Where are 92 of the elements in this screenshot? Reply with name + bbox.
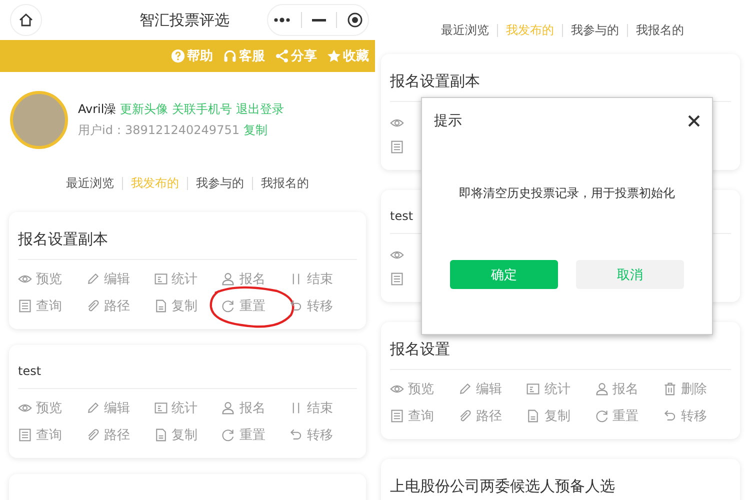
refresh-icon bbox=[594, 409, 609, 423]
action-link[interactable]: 删除 bbox=[662, 380, 707, 398]
action-link[interactable]: 编辑 bbox=[458, 380, 502, 398]
headset-icon bbox=[223, 49, 237, 63]
file-icon bbox=[526, 409, 540, 423]
user-name: Avril澡 bbox=[78, 101, 116, 118]
action-link[interactable]: 重置 bbox=[221, 426, 266, 444]
action-link[interactable]: 编辑 bbox=[86, 270, 130, 288]
tab[interactable]: 我参与的 bbox=[571, 22, 619, 39]
action-link[interactable]: 报名 bbox=[221, 270, 266, 288]
undo-icon bbox=[289, 428, 304, 442]
action-link[interactable]: 预览 bbox=[18, 270, 62, 288]
people-icon bbox=[221, 272, 236, 286]
action-link[interactable]: 路径 bbox=[86, 426, 130, 444]
action-link[interactable]: 路径 bbox=[86, 297, 130, 315]
action-link[interactable]: 查询 bbox=[18, 426, 62, 444]
share-icon bbox=[275, 49, 289, 63]
refresh-icon bbox=[221, 299, 236, 313]
action-link[interactable]: 预览 bbox=[390, 380, 434, 398]
action-link[interactable]: 复制 bbox=[154, 426, 198, 444]
toolbar-button[interactable]: 分享 bbox=[275, 47, 317, 65]
profile-link[interactable]: 更新头像 bbox=[120, 101, 168, 118]
card-title: 报名设置副本 bbox=[18, 212, 357, 260]
card-title: test bbox=[18, 345, 357, 389]
action-link[interactable]: 查询 bbox=[18, 297, 62, 315]
tab[interactable]: 我报名的 bbox=[636, 22, 684, 39]
action-link[interactable]: 编辑 bbox=[86, 399, 130, 417]
people-icon bbox=[221, 401, 236, 415]
toolbar-button[interactable]: 收藏 bbox=[327, 47, 369, 65]
more-icon[interactable] bbox=[273, 17, 291, 23]
list-icon bbox=[18, 299, 32, 313]
pencil-icon bbox=[86, 272, 100, 286]
people-icon bbox=[594, 382, 609, 396]
tab[interactable]: 我发布的 bbox=[131, 175, 179, 192]
list-icon bbox=[390, 272, 404, 286]
action-link[interactable]: 预览 bbox=[18, 399, 62, 417]
paperclip-icon bbox=[86, 299, 100, 313]
refresh-icon bbox=[221, 428, 236, 442]
document-icon bbox=[154, 272, 168, 286]
confirm-button[interactable]: 确定 bbox=[450, 260, 558, 289]
paperclip-icon bbox=[86, 428, 100, 442]
tab[interactable]: 最近浏览 bbox=[66, 175, 114, 192]
profile-link[interactable]: 关联手机号 bbox=[172, 101, 232, 118]
minimize-icon[interactable] bbox=[312, 18, 326, 22]
action-link[interactable]: 统计 bbox=[154, 270, 198, 288]
action-link[interactable]: 转移 bbox=[662, 407, 707, 425]
action-link[interactable]: 转移 bbox=[289, 297, 334, 315]
star-icon bbox=[327, 49, 341, 63]
profile-link[interactable]: 退出登录 bbox=[236, 101, 284, 118]
toolbar-button[interactable]: 客服 bbox=[223, 47, 265, 65]
action-link[interactable]: 重置 bbox=[594, 407, 639, 425]
action-link[interactable]: 统计 bbox=[154, 399, 198, 417]
card-title: 上电股份公司两委候选人预备人选 bbox=[390, 459, 731, 500]
document-icon bbox=[154, 401, 168, 415]
undo-icon bbox=[289, 299, 304, 313]
close-icon[interactable] bbox=[688, 115, 700, 127]
action-link[interactable]: 复制 bbox=[154, 297, 198, 315]
pencil-icon bbox=[458, 382, 472, 396]
file-icon bbox=[154, 428, 168, 442]
action-link[interactable]: 报名 bbox=[594, 380, 639, 398]
toolbar-button[interactable]: 帮助 bbox=[171, 47, 213, 65]
document-icon bbox=[526, 382, 540, 396]
page-title: 智汇投票评选 bbox=[140, 10, 230, 30]
action-link[interactable]: 查询 bbox=[390, 407, 434, 425]
tab[interactable]: 我报名的 bbox=[261, 175, 309, 192]
pencil-icon bbox=[86, 401, 100, 415]
action-link[interactable]: 路径 bbox=[458, 407, 502, 425]
undo-icon bbox=[662, 409, 677, 423]
list-icon bbox=[390, 140, 404, 154]
action-link[interactable]: 统计 bbox=[526, 380, 570, 398]
dialog-title: 提示 bbox=[434, 112, 462, 130]
home-icon bbox=[18, 12, 34, 28]
help-icon bbox=[171, 49, 185, 63]
file-icon bbox=[154, 299, 168, 313]
action-link[interactable]: 结束 bbox=[289, 270, 334, 288]
tab[interactable]: 最近浏览 bbox=[441, 22, 489, 39]
action-link[interactable]: 复制 bbox=[526, 407, 570, 425]
list-icon bbox=[390, 409, 404, 423]
cancel-button[interactable]: 取消 bbox=[576, 260, 684, 289]
user-id: 用户id：389121240249751 bbox=[78, 122, 240, 139]
paperclip-icon bbox=[458, 409, 472, 423]
trash-icon bbox=[662, 382, 677, 396]
copy-link[interactable]: 复制 bbox=[243, 122, 268, 139]
action-link[interactable]: 结束 bbox=[289, 399, 334, 417]
action-link[interactable]: 报名 bbox=[221, 399, 266, 417]
action-link[interactable]: 转移 bbox=[289, 426, 334, 444]
action-link[interactable]: 重置 bbox=[221, 297, 266, 315]
home-button[interactable] bbox=[10, 4, 42, 36]
list-icon bbox=[18, 428, 32, 442]
close-icon[interactable] bbox=[347, 12, 363, 28]
tab[interactable]: 我参与的 bbox=[196, 175, 244, 192]
tab[interactable]: 我发布的 bbox=[506, 22, 554, 39]
